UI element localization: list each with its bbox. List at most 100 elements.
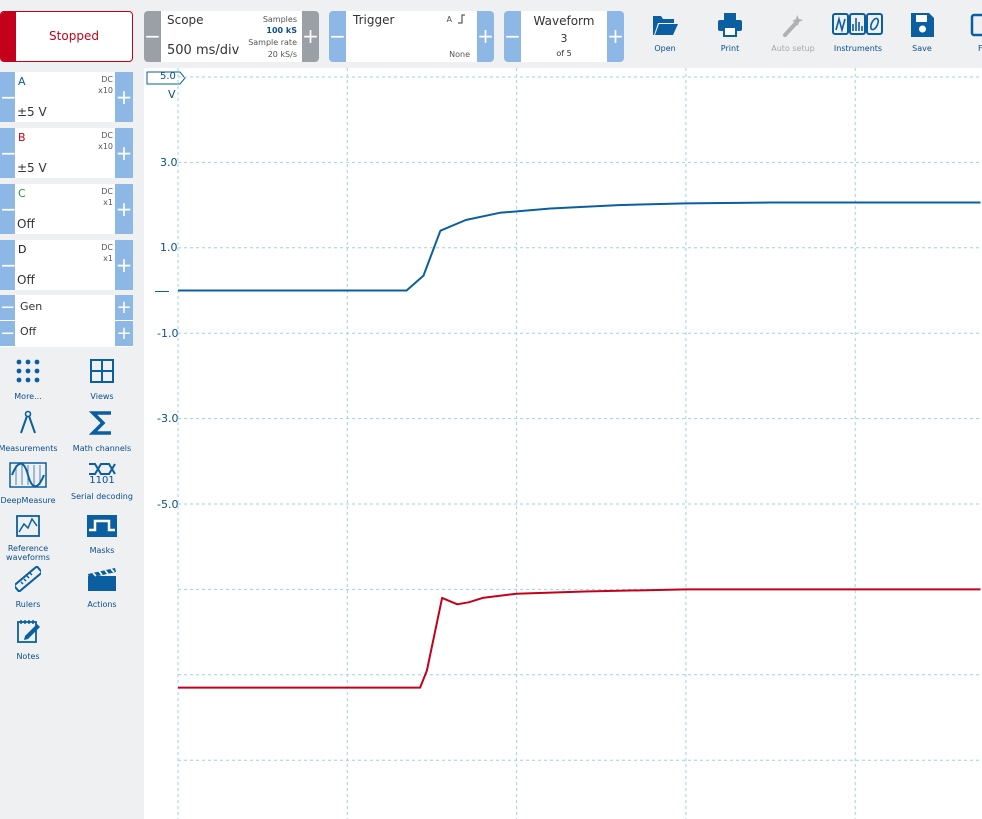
rising-edge-icon [458,14,465,24]
trigger-title: Trigger [353,13,395,27]
serial-decoding-icon [89,463,116,475]
instruments-label: Instruments [833,44,883,53]
notes-pencil-icon [17,620,40,643]
clapperboard-icon [88,568,116,591]
sample-rate-value: 20 kS/s [267,50,297,59]
signal-generator-control[interactable]: − − + + Gen Off [0,295,133,347]
save-button[interactable]: Save [892,10,952,60]
compass-icon [20,410,36,434]
scope-title: Scope [167,13,204,27]
channel-a-control[interactable]: − + A DC x10 ±5 V [0,72,133,122]
channel-c-coupling: DC x1 [101,187,113,207]
more-toolbar-button[interactable]: F [958,10,982,60]
timebase-value[interactable]: 500 ms/div [167,43,239,58]
trigger-control: − + Trigger A None [329,11,494,62]
auto-setup-button[interactable]: Auto setup [763,10,823,60]
masks-icon [87,515,117,537]
ruler-icon [15,566,41,592]
channel-c-increase-button[interactable]: + [115,184,133,234]
actions-button[interactable]: Actions [67,566,137,609]
print-label: Print [720,44,740,53]
channel-b-name: B [18,131,26,144]
plot-traces [178,201,981,689]
measurements-label: Measurements [0,444,58,453]
generator-increase-button[interactable]: + [115,295,133,320]
waveform-control: − + Waveform 3 of 5 [504,11,624,62]
deepmeasure-button[interactable]: DeepMeasure [0,462,63,505]
channel-b-coupling: DC x10 [98,131,113,151]
open-button[interactable]: Open [635,10,695,60]
serial-code-text: 1101 [89,475,115,486]
generator-state-increase-button[interactable]: + [115,321,133,346]
reference-waveform-icon [16,515,40,537]
channel-b-increase-button[interactable]: + [115,128,133,178]
channel-b-decrease-button[interactable]: − [0,128,17,178]
waveform-previous-button[interactable]: − [504,11,521,62]
measurements-button[interactable]: Measurements [0,410,63,453]
instruments-button[interactable]: Instruments [828,10,888,60]
auto-setup-label: Auto setup [771,44,815,53]
masks-button[interactable]: Masks [67,514,137,555]
scope-control: − + Scope 500 ms/div Samples 100 kS Samp… [144,11,319,62]
channel-a-increase-button[interactable]: + [115,72,133,122]
instruments-icon [832,13,883,35]
trigger-source: A [446,15,452,24]
samples-value[interactable]: 100 kS [266,26,297,35]
channel-c-control[interactable]: − + C DC x1 Off [0,184,133,234]
waveform-total: of 5 [556,49,572,58]
channel-c-name: C [18,187,26,200]
channel-d-range[interactable]: Off [17,273,35,287]
channel-a-trace [178,201,981,292]
channel-a-decrease-button[interactable]: − [0,72,17,122]
run-stop-button[interactable]: Stopped [0,11,133,62]
math-channels-button[interactable]: Math channels [67,410,137,453]
trigger-decrease-button[interactable]: − [329,11,346,62]
views-button[interactable]: Views [67,358,137,401]
generator-state[interactable]: Off [20,325,36,338]
sigma-icon [89,411,111,435]
waveform-current[interactable]: 3 [521,32,607,45]
timebase-increase-button[interactable]: + [302,11,319,62]
trigger-increase-button[interactable]: + [477,11,494,62]
reference-waveforms-button[interactable]: Reference waveforms [0,514,63,562]
waveform-next-button[interactable]: + [607,11,624,62]
views-grid-icon [90,359,114,383]
channel-d-coupling: DC x1 [101,243,113,263]
channel-d-increase-button[interactable]: + [115,240,133,290]
samples-label: Samples [262,15,297,24]
generator-state-decrease-button[interactable]: − [0,321,15,346]
timebase-decrease-button[interactable]: − [144,11,161,62]
channel-b-range[interactable]: ±5 V [17,161,47,175]
channel-d-decrease-button[interactable]: − [0,240,17,290]
more-tools-label: More... [14,392,42,401]
rulers-button[interactable]: Rulers [0,566,63,609]
save-label: Save [912,44,932,53]
magic-wand-icon [783,15,803,37]
more-tools-button[interactable]: More... [0,358,63,401]
generator-decrease-button[interactable]: − [0,295,15,320]
preferences-icon [970,13,982,37]
channel-a-range[interactable]: ±5 V [17,105,47,119]
channel-c-range[interactable]: Off [17,217,35,231]
waveform-plot[interactable] [144,68,982,819]
print-button[interactable]: Print [700,10,760,60]
dots-grid-icon [16,359,40,383]
open-label: Open [654,44,676,53]
trigger-mode[interactable]: None [449,50,470,59]
channel-b-control[interactable]: − + B DC x10 ±5 V [0,128,133,178]
plot-grid [177,68,982,819]
reference-waveforms-label: Reference waveforms [6,544,50,562]
stop-indicator [1,12,16,61]
printer-icon [718,13,742,37]
masks-label: Masks [89,546,115,555]
channel-c-decrease-button[interactable]: − [0,184,17,234]
sample-rate-label: Sample rate [248,38,297,47]
channel-a-coupling: DC x10 [98,75,113,95]
generator-name: Gen [20,300,43,313]
save-disk-icon [911,13,934,37]
channel-d-control[interactable]: − + D DC x1 Off [0,240,133,290]
serial-decoding-button[interactable]: 1101 Serial decoding [67,462,137,501]
notes-button[interactable]: Notes [0,618,63,661]
deepmeasure-label: DeepMeasure [0,496,56,505]
deepmeasure-icon [9,462,47,488]
